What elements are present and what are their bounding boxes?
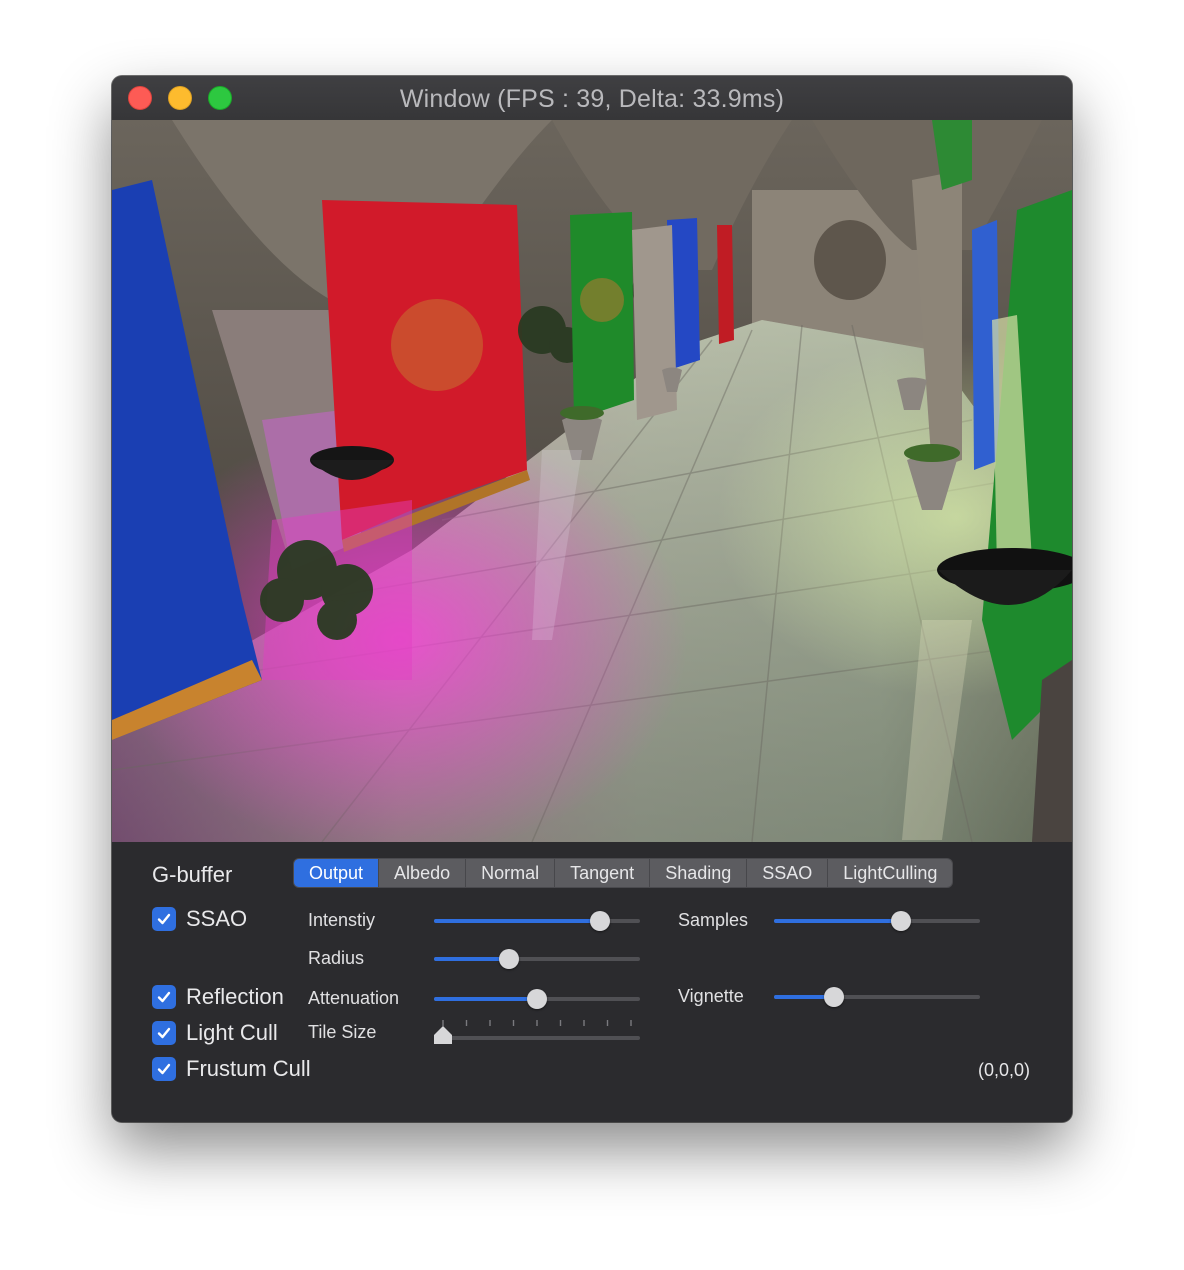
- sponza-scene-image: [112, 120, 1072, 842]
- slider-knob[interactable]: [824, 987, 845, 1007]
- attenuation-slider[interactable]: [434, 987, 640, 1011]
- tile-size-label: Tile Size: [308, 1022, 377, 1042]
- coordinate-readout: (0,0,0): [977, 1060, 1030, 1080]
- slider-knob[interactable]: [527, 989, 547, 1009]
- samples-slider[interactable]: [774, 909, 980, 933]
- light-cull-checkbox-label: Light Cull: [186, 1020, 278, 1045]
- tab-albedo[interactable]: Albedo: [379, 859, 467, 887]
- checkmark-icon[interactable]: [152, 1021, 176, 1045]
- checkmark-icon[interactable]: [152, 907, 176, 931]
- title-bar[interactable]: Window (FPS : 39, Delta: 33.9ms): [112, 76, 1072, 121]
- window-title: Window (FPS : 39, Delta: 33.9ms): [399, 85, 785, 113]
- slider-fill: [434, 957, 510, 961]
- intensity-label: Intenstiy: [308, 910, 376, 930]
- slider-knob: [434, 1026, 452, 1044]
- ssao-checkbox-label: SSAO: [186, 906, 248, 931]
- slider-knob[interactable]: [891, 911, 912, 931]
- reflection-checkbox-label: Reflection: [186, 984, 284, 1009]
- control-panel: G-buffer Output Albedo Normal Tangent Sh…: [112, 842, 1072, 1122]
- tab-lightculling[interactable]: LightCulling: [828, 859, 952, 887]
- checkmark-icon[interactable]: [152, 985, 176, 1009]
- render-viewport[interactable]: [112, 120, 1072, 842]
- light-cull-checkbox[interactable]: Light Cull: [152, 1020, 278, 1046]
- reflection-checkbox[interactable]: Reflection: [152, 984, 284, 1010]
- radius-label: Radius: [308, 948, 365, 968]
- ssao-checkbox[interactable]: SSAO: [152, 906, 247, 932]
- tab-ssao[interactable]: SSAO: [747, 859, 829, 887]
- tile-size-slider[interactable]: [434, 1018, 640, 1046]
- app-window: Window (FPS : 39, Delta: 33.9ms) G-buffe…: [112, 76, 1072, 1122]
- slider-knob[interactable]: [499, 949, 520, 969]
- samples-label: Samples: [678, 910, 749, 930]
- tab-output[interactable]: Output: [294, 859, 380, 887]
- frustum-cull-checkbox[interactable]: Frustum Cull: [152, 1056, 311, 1082]
- attenuation-label: Attenuation: [308, 988, 400, 1008]
- slider-track: [434, 1036, 640, 1040]
- vignette-label: Vignette: [678, 986, 744, 1006]
- gbuffer-label: G-buffer: [152, 862, 233, 887]
- slider-fill: [434, 997, 537, 1001]
- tab-shading[interactable]: Shading: [650, 859, 748, 887]
- tab-normal[interactable]: Normal: [466, 859, 556, 887]
- gbuffer-tab-bar: Output Albedo Normal Tangent Shading SSA…: [294, 859, 953, 887]
- slider-knob[interactable]: [590, 911, 611, 931]
- slider-ticks: [442, 1020, 632, 1026]
- tab-tangent[interactable]: Tangent: [555, 859, 651, 887]
- radius-slider[interactable]: [434, 947, 640, 971]
- checkmark-icon[interactable]: [152, 1057, 176, 1081]
- frustum-cull-checkbox-label: Frustum Cull: [186, 1056, 311, 1081]
- slider-fill: [774, 919, 902, 923]
- slider-fill: [434, 919, 601, 923]
- vignette-slider[interactable]: [774, 985, 980, 1009]
- intensity-slider[interactable]: [434, 909, 640, 933]
- tile-size-slider-graphic: [434, 1020, 640, 1044]
